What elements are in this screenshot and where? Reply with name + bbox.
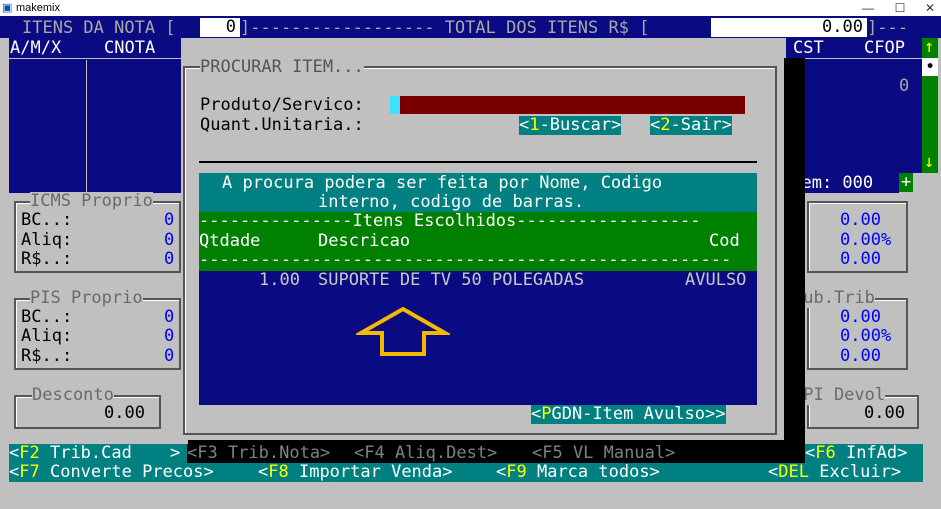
subtrib-title: Sub.Trib <box>793 288 875 308</box>
f3-button[interactable]: <F3 Trib.Nota> <box>187 444 330 463</box>
subtrib-aliq[interactable]: 0.00% <box>840 327 891 346</box>
scroll-down-icon[interactable]: ↓ <box>924 153 934 172</box>
close-button[interactable]: ✕ <box>920 0 940 16</box>
pis-title: PIS Proprio <box>30 288 143 308</box>
pis-rs-label: R$..: <box>21 346 73 366</box>
f7-button[interactable]: <F7 Converte Precos> <box>9 463 214 482</box>
icms-aliq-value[interactable]: 0 <box>164 231 174 250</box>
icms-rs-value[interactable]: 0 <box>164 250 174 269</box>
col-cst: CST <box>793 38 824 58</box>
icms-bc-label: BC..: <box>21 210 73 230</box>
pis-bc-label: BC..: <box>21 307 73 327</box>
row-desc: SUPORTE DE TV 50 POLEGADAS <box>318 270 585 290</box>
app-icon: ▣ <box>2 2 13 14</box>
row-qtd: 1.00 <box>259 270 300 290</box>
icms-rs-label: R$..: <box>21 249 73 269</box>
total-value-field: 0.00 <box>711 18 867 37</box>
desconto-value[interactable]: 0.00 <box>104 404 145 423</box>
col-descricao: Descricao <box>318 231 411 251</box>
f2-button[interactable]: <F2 Trib.Cad <box>9 444 132 463</box>
icms-bc-value[interactable]: 0 <box>164 211 174 230</box>
icms-aliq-label: Aliq: <box>21 230 73 250</box>
desconto-title: Desconto <box>32 385 114 405</box>
pis-rs-value[interactable]: 0 <box>164 347 174 366</box>
buscar-button[interactable]: <1-Buscar> <box>519 116 622 135</box>
col-cfop: CFOP <box>864 38 905 58</box>
dialog-separator <box>199 161 757 163</box>
maximize-button[interactable]: ☐ <box>890 0 910 16</box>
del-button[interactable]: <DEL Excluir> <box>768 463 901 482</box>
icms-dest-bc[interactable]: 0.00 <box>840 211 881 230</box>
subtrib-rs[interactable]: 0.00 <box>840 347 881 366</box>
subtrib-bc[interactable]: 0.00 <box>840 308 881 327</box>
col-cod: Cod <box>709 231 740 251</box>
pgdn-item-avulso-button[interactable]: <PGDN-Item Avulso>> <box>531 405 726 424</box>
info-line-1: A procura podera ser feita por Nome, Cod… <box>222 173 663 193</box>
icms-dest-rs[interactable]: 0.00 <box>840 250 881 269</box>
f6-button[interactable]: <F6 InfAd> <box>805 444 907 463</box>
col-qtdade: Qtdade <box>199 231 261 251</box>
left-items-table[interactable] <box>9 38 181 193</box>
up-arrow-icon <box>356 306 450 356</box>
produto-input[interactable] <box>400 96 745 114</box>
col-cnota: CNOTA <box>104 38 156 58</box>
window-title: makemix <box>16 2 61 14</box>
add-item-button[interactable]: + <box>899 173 913 192</box>
total-label: ]------------------ TOTAL DOS ITENS R$ [ <box>240 18 650 38</box>
produto-label: Produto/Servico: <box>200 95 364 115</box>
f4-button[interactable]: <F4 Aliq.Dest> <box>354 444 497 463</box>
sair-button[interactable]: <2-Sair> <box>650 116 732 135</box>
header-divider <box>9 58 181 59</box>
f8-button[interactable]: <F8 Importar Venda> <box>258 463 453 482</box>
cfop-value: 0 <box>899 76 910 96</box>
icms-title: ICMS Proprio <box>30 191 153 211</box>
itens-label: ITENS DA NOTA [ <box>22 18 176 38</box>
pis-aliq-value[interactable]: 0 <box>164 327 174 346</box>
header-dashes: ----------------------------------------… <box>199 251 732 270</box>
itens-count-field: 0 <box>200 18 240 37</box>
ipi-value[interactable]: 0.00 <box>864 404 905 423</box>
text-cursor <box>390 96 400 114</box>
total-close: ]--- <box>867 18 908 38</box>
quant-label: Quant.Unitaria.: <box>200 115 364 135</box>
scroll-up-icon[interactable]: ↑ <box>924 38 934 57</box>
column-divider <box>86 60 87 193</box>
pis-aliq-label: Aliq: <box>21 326 73 346</box>
f5-button[interactable]: <F5 VL Manual> <box>532 444 675 463</box>
f2-bracket: > <box>170 443 181 463</box>
scroll-thumb[interactable]: • <box>922 58 938 77</box>
col-amx: A/M/X <box>10 38 62 58</box>
chosen-items-list[interactable] <box>199 271 757 405</box>
header-divider <box>786 58 922 59</box>
info-line-2: interno, codigo de barras. <box>318 192 585 212</box>
f9-button[interactable]: <F9 Marca todos> <box>496 463 660 482</box>
icms-dest-aliq[interactable]: 0.00% <box>840 231 891 250</box>
chosen-header: ---------------Itens Escolhidos---------… <box>199 211 701 231</box>
window-titlebar: ▣ makemix — ☐ ✕ <box>0 0 941 16</box>
row-cod: AVULSO <box>685 270 747 290</box>
pis-bc-value[interactable]: 0 <box>164 308 174 327</box>
dialog-title: PROCURAR ITEM... <box>200 57 364 77</box>
minimize-button[interactable]: — <box>858 0 878 16</box>
table-row[interactable]: 1.00 SUPORTE DE TV 50 POLEGADAS AVULSO <box>199 271 757 290</box>
